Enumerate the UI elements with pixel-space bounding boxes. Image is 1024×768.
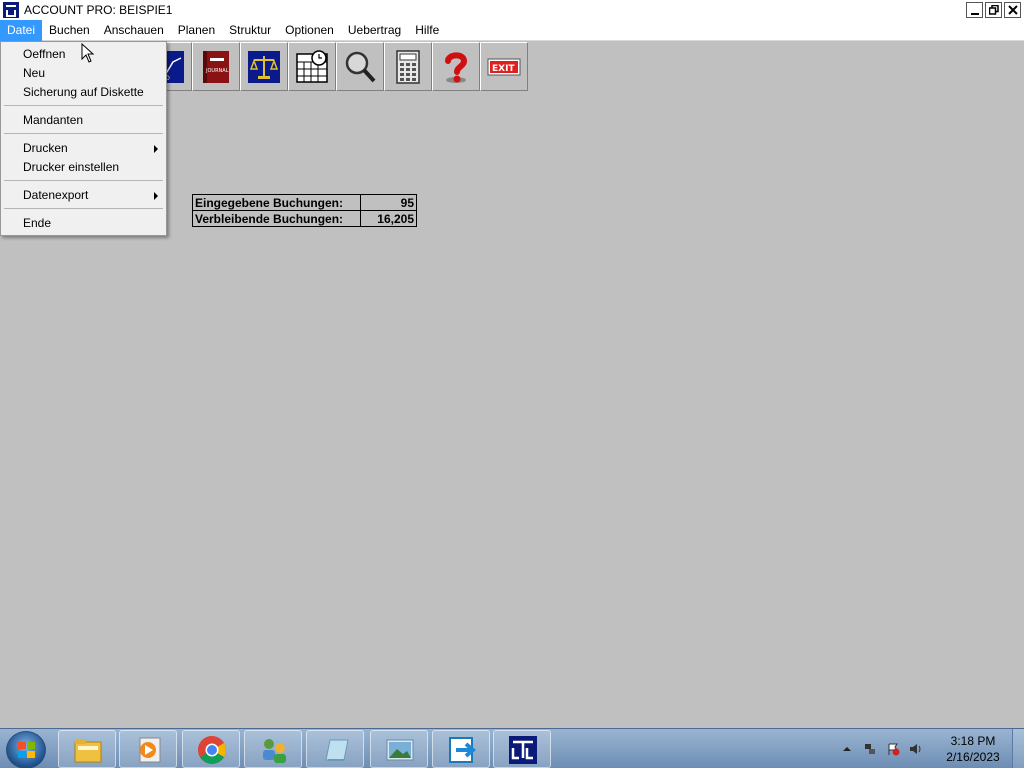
menu-separator bbox=[4, 105, 163, 106]
help-question-icon bbox=[445, 51, 468, 83]
datei-dropdown-menu: Oeffnen Neu Sicherung auf Diskette Manda… bbox=[0, 41, 167, 236]
minimize-button[interactable] bbox=[966, 2, 983, 18]
account-pro-app-icon[interactable] bbox=[3, 2, 19, 18]
exit-sign-icon: EXIT bbox=[487, 58, 521, 75]
svg-text:EXIT: EXIT bbox=[492, 64, 515, 74]
booking-stats-table: Eingegebene Buchungen: 95 Verbleibende B… bbox=[192, 194, 417, 227]
photo-viewer-icon bbox=[386, 739, 414, 761]
menu-separator bbox=[4, 208, 163, 209]
toolbar-button-calculator[interactable] bbox=[384, 42, 432, 91]
title-bar: ACCOUNT PRO: BEISPIE1 bbox=[0, 0, 1024, 20]
restore-button[interactable] bbox=[985, 2, 1002, 18]
network-icon[interactable] bbox=[863, 742, 877, 756]
magnifier-icon bbox=[345, 51, 376, 82]
toolbar-button-balance[interactable] bbox=[240, 42, 288, 91]
stats-row-remaining: Verbleibende Buchungen: 16,205 bbox=[192, 210, 417, 227]
close-icon bbox=[1007, 5, 1018, 15]
file-explorer-icon bbox=[74, 739, 102, 763]
calculator-icon bbox=[396, 49, 420, 84]
show-desktop-button[interactable] bbox=[1012, 729, 1024, 768]
show-hidden-icons-icon[interactable] bbox=[840, 742, 854, 756]
taskbar-app-account-pro[interactable] bbox=[493, 730, 551, 768]
toolbar-button-exit[interactable]: EXIT bbox=[480, 42, 528, 91]
menu-item-ende[interactable]: Ende bbox=[23, 216, 51, 230]
submenu-arrow-icon bbox=[154, 192, 158, 200]
close-button[interactable] bbox=[1004, 2, 1021, 18]
volume-icon[interactable] bbox=[909, 742, 923, 756]
menu-bar: Datei Buchen Anschauen Planen Struktur O… bbox=[0, 19, 1024, 41]
menu-datei[interactable]: Datei bbox=[0, 19, 43, 41]
menu-item-oeffnen[interactable]: Oeffnen bbox=[23, 47, 65, 61]
chrome-icon bbox=[198, 736, 226, 764]
menu-anschauen[interactable]: Anschauen bbox=[97, 20, 171, 41]
taskbar-app-media-player[interactable] bbox=[119, 730, 177, 768]
menu-item-datenexport[interactable]: Datenexport bbox=[23, 188, 88, 202]
action-center-icon[interactable] bbox=[886, 742, 900, 756]
menu-separator bbox=[4, 133, 163, 134]
taskbar-app-file-explorer[interactable] bbox=[58, 730, 116, 768]
toolbar-button-calendar[interactable] bbox=[288, 42, 336, 91]
remaining-bookings-label: Verbleibende Buchungen: bbox=[192, 210, 361, 227]
remaining-bookings-value: 16,205 bbox=[360, 210, 417, 227]
menu-item-drucker-einstellen[interactable]: Drucker einstellen bbox=[23, 160, 119, 174]
menu-uebertrag[interactable]: Uebertrag bbox=[341, 20, 408, 41]
windows-logo-icon bbox=[18, 742, 36, 759]
taskbar-app-chrome[interactable] bbox=[182, 730, 240, 768]
menu-separator bbox=[4, 180, 163, 181]
window-controls bbox=[966, 2, 1021, 18]
entered-bookings-label: Eingegebene Buchungen: bbox=[192, 194, 361, 211]
notepad-icon bbox=[325, 739, 349, 761]
restore-icon bbox=[988, 5, 999, 15]
network-users-icon bbox=[263, 739, 286, 763]
menu-struktur[interactable]: Struktur bbox=[222, 20, 278, 41]
toolbar-button-help[interactable] bbox=[432, 42, 480, 91]
taskbar-app-notepad[interactable] bbox=[306, 730, 364, 768]
clock-time: 3:18 PM bbox=[950, 734, 996, 748]
submenu-arrow-icon bbox=[154, 145, 158, 153]
menu-item-neu[interactable]: Neu bbox=[23, 66, 45, 80]
system-tray bbox=[840, 729, 923, 768]
toolbar-button-journal[interactable]: JOURNAL bbox=[192, 42, 240, 91]
taskbar-clock[interactable]: 3:18 PM 2/16/2023 bbox=[940, 733, 1006, 765]
balance-scale-icon bbox=[248, 50, 280, 83]
remote-transfer-icon bbox=[449, 737, 477, 763]
menu-hilfe[interactable]: Hilfe bbox=[408, 20, 446, 41]
window-title: ACCOUNT PRO: BEISPIE1 bbox=[24, 3, 173, 17]
taskbar-app-photo-viewer[interactable] bbox=[370, 730, 428, 768]
taskbar-app-network-users[interactable] bbox=[244, 730, 302, 768]
toolbar-button-search[interactable] bbox=[336, 42, 384, 91]
taskbar-app-remote-transfer[interactable] bbox=[432, 730, 490, 768]
menu-buchen[interactable]: Buchen bbox=[42, 20, 97, 41]
calendar-clock-icon bbox=[296, 49, 328, 83]
clock-date: 2/16/2023 bbox=[946, 750, 1000, 764]
entered-bookings-value: 95 bbox=[360, 194, 417, 211]
svg-text:JOURNAL: JOURNAL bbox=[205, 68, 229, 74]
menu-item-sicherung[interactable]: Sicherung auf Diskette bbox=[23, 85, 144, 99]
menu-item-drucken[interactable]: Drucken bbox=[23, 141, 68, 155]
media-player-icon bbox=[139, 737, 161, 763]
menu-planen[interactable]: Planen bbox=[171, 20, 222, 41]
menu-optionen[interactable]: Optionen bbox=[278, 20, 341, 41]
stats-row-entered: Eingegebene Buchungen: 95 bbox=[192, 194, 417, 211]
taskbar: 3:18 PM 2/16/2023 bbox=[0, 728, 1024, 768]
account-pro-icon bbox=[509, 736, 537, 764]
menu-item-mandanten[interactable]: Mandanten bbox=[23, 113, 83, 127]
mouse-cursor-icon bbox=[81, 43, 95, 63]
journal-book-icon: JOURNAL bbox=[203, 50, 229, 83]
start-button[interactable] bbox=[6, 731, 46, 768]
